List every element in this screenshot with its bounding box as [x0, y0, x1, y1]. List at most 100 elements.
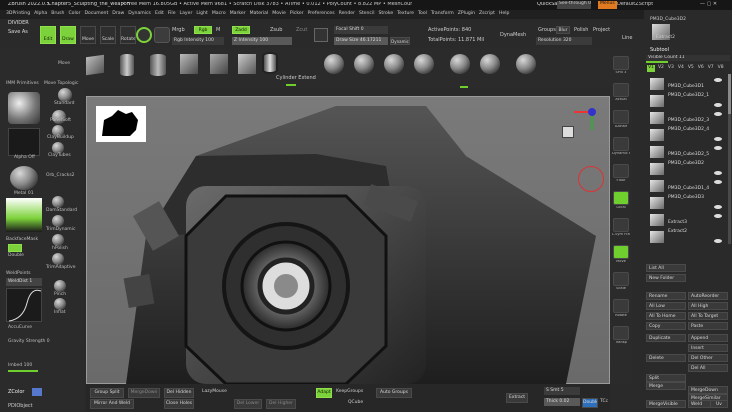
brush-sphere-icon-1[interactable] [324, 54, 344, 74]
zadd-button[interactable]: Zadd [232, 26, 250, 34]
window-controls[interactable]: — ▢ ✕ [700, 2, 717, 7]
v-tab-v1[interactable]: V1 [647, 65, 655, 72]
menu-item-document[interactable]: Document [84, 11, 108, 17]
cylinder-extend-icon[interactable] [262, 52, 278, 74]
nav-scale[interactable]: Scale [612, 270, 630, 294]
menus-button[interactable]: Menus [598, 1, 617, 9]
new-folder-button[interactable]: New Folder [646, 274, 686, 282]
menu-item-macro[interactable]: Macro [212, 11, 226, 17]
del-lower-button[interactable]: Del Lower [234, 399, 262, 409]
menu-item-transform[interactable]: Transform [431, 11, 454, 17]
rgb-button[interactable]: Rgb [194, 26, 212, 34]
viewport[interactable] [86, 96, 610, 384]
extract-button[interactable]: Extract [506, 393, 528, 403]
menu-item-brush[interactable]: Brush [51, 11, 64, 17]
menu-item-preferences[interactable]: Preferences [308, 11, 335, 17]
visibility-eye-icon[interactable] [714, 214, 722, 218]
rgb-intensity-slider[interactable]: Rgb Intensity 100 [172, 37, 224, 45]
nav-move[interactable]: Move [612, 243, 630, 267]
see-through-slider[interactable]: See-through 0 [557, 1, 591, 9]
zcolor-swatch[interactable] [32, 388, 42, 396]
menu-item-color[interactable]: Color [68, 11, 80, 17]
menu-item-stroke[interactable]: Stroke [379, 11, 394, 17]
standard-brush-icon[interactable] [58, 88, 72, 102]
group-split-button[interactable]: Group Split [90, 388, 124, 398]
menu-item-layer[interactable]: Layer [180, 11, 193, 17]
qcube-button[interactable]: QCube [348, 400, 363, 406]
visibility-eye-icon[interactable] [714, 137, 722, 141]
double-toggle-icon[interactable] [8, 244, 22, 252]
nav-transp[interactable]: Transp [612, 324, 630, 348]
nav-l-sym-frame[interactable]: L.Sym Frame [612, 216, 630, 240]
project-toggle[interactable]: Project [593, 28, 610, 33]
cylinder-primitive-icon[interactable] [120, 54, 134, 76]
v-tab-v3[interactable]: V3 [667, 65, 675, 72]
zcut-button[interactable]: Zcut [296, 28, 307, 33]
visibility-eye-icon[interactable] [714, 103, 722, 107]
groups-toggle[interactable]: Groups [538, 28, 556, 33]
cylinder-primitive-icon-2[interactable] [150, 54, 166, 76]
damstandard-brush-icon[interactable] [52, 196, 64, 208]
keep-groups-button[interactable]: KeepGroups [336, 389, 363, 395]
v-tab-v6[interactable]: V6 [697, 65, 705, 72]
subtool-scroll-thumb[interactable] [728, 74, 731, 114]
menu-item-zplugin[interactable]: ZPlugin [458, 11, 475, 17]
brush-sphere-icon-4[interactable] [414, 54, 434, 74]
menu-item-material[interactable]: Material [250, 11, 269, 17]
subtool-item[interactable]: PM3D_Cube3D2_4 [648, 127, 726, 143]
z-intensity-slider[interactable]: Z Intensity 100 [232, 37, 292, 45]
rename-button[interactable]: Rename [646, 292, 686, 300]
nav-floor[interactable]: Floor [612, 162, 630, 186]
nav-local[interactable]: Local [612, 189, 630, 213]
cube-primitive-icon-4[interactable] [238, 54, 256, 74]
inflat-brush-icon[interactable] [54, 298, 66, 310]
weld-points-toggle[interactable]: WeldPoints [6, 271, 31, 277]
visibility-eye-icon[interactable] [714, 146, 722, 150]
all-low-button[interactable]: All Low [646, 302, 686, 310]
subtool-item[interactable]: PM3D_Cube3D1_4 [648, 178, 726, 194]
merge-down-button[interactable]: MergeDown [128, 388, 160, 398]
menu-item-dynamics[interactable]: Dynamics [128, 11, 151, 17]
v-tab-v5[interactable]: V5 [687, 65, 695, 72]
imbed-slider[interactable]: Imbed 100 [8, 363, 32, 369]
subtool-item[interactable]: PM3D_Cube3D2_5 [648, 144, 726, 160]
hpolish-brush-icon[interactable] [52, 234, 64, 246]
all-to-home-button[interactable]: All To Home [646, 312, 686, 320]
current-brush-icon[interactable] [8, 92, 40, 124]
append-button[interactable]: Append [688, 334, 728, 342]
cube-primitive-icon[interactable] [86, 54, 104, 76]
material-icon[interactable] [154, 27, 170, 43]
draw-size-slider[interactable]: Draw Size 46.17211 [334, 37, 388, 45]
merge-down-button[interactable]: MergeDown [688, 386, 728, 394]
dynamesh-button[interactable]: DynaMesh [500, 33, 526, 38]
v-tab-v2[interactable]: V2 [657, 65, 665, 72]
zsub-button[interactable]: Zsub [270, 28, 282, 33]
visibility-eye-icon[interactable] [714, 78, 722, 82]
auto-reorder-button[interactable]: AutoReorder [688, 292, 728, 300]
visibility-eye-icon[interactable] [714, 239, 722, 243]
nav-aahalf[interactable]: AAHalf [612, 108, 630, 132]
subtool-item[interactable]: PM3D_Cube3D3 [648, 195, 726, 211]
color-picker[interactable] [6, 198, 42, 232]
weld-dist-slider[interactable]: WeldDist 1 [6, 278, 42, 286]
focal-shift-slider[interactable]: Focal Shift 0 [334, 26, 388, 34]
visibility-eye-icon[interactable] [714, 171, 722, 175]
alpha-swatch[interactable] [8, 128, 40, 156]
material-swatch[interactable] [10, 166, 38, 190]
subtool-item[interactable]: PM3D_Cube3D2_3 [648, 110, 726, 126]
menu-item-picker[interactable]: Picker [290, 11, 304, 17]
all-high-button[interactable]: All High [688, 302, 728, 310]
blur-slider[interactable]: Blur [556, 26, 570, 34]
scale-mode-button[interactable]: Scale [100, 26, 116, 44]
del-all-button[interactable]: Del All [688, 364, 728, 372]
mirror-weld-button[interactable]: Mirror And Weld [90, 399, 134, 409]
cube-primitive-icon-3[interactable] [210, 54, 228, 74]
menu-item-zscript[interactable]: Zscript [479, 11, 495, 17]
paste-button[interactable]: Paste [688, 322, 728, 330]
menu-item-tool[interactable]: Tool [418, 11, 427, 17]
pinch-brush-icon[interactable] [54, 280, 66, 292]
del-hidden-button[interactable]: Del Hidden [164, 388, 194, 398]
menu-item-draw[interactable]: Draw [112, 11, 124, 17]
menu-item-help[interactable]: Help [499, 11, 509, 17]
del-higher-button[interactable]: Del Higher [266, 399, 296, 409]
